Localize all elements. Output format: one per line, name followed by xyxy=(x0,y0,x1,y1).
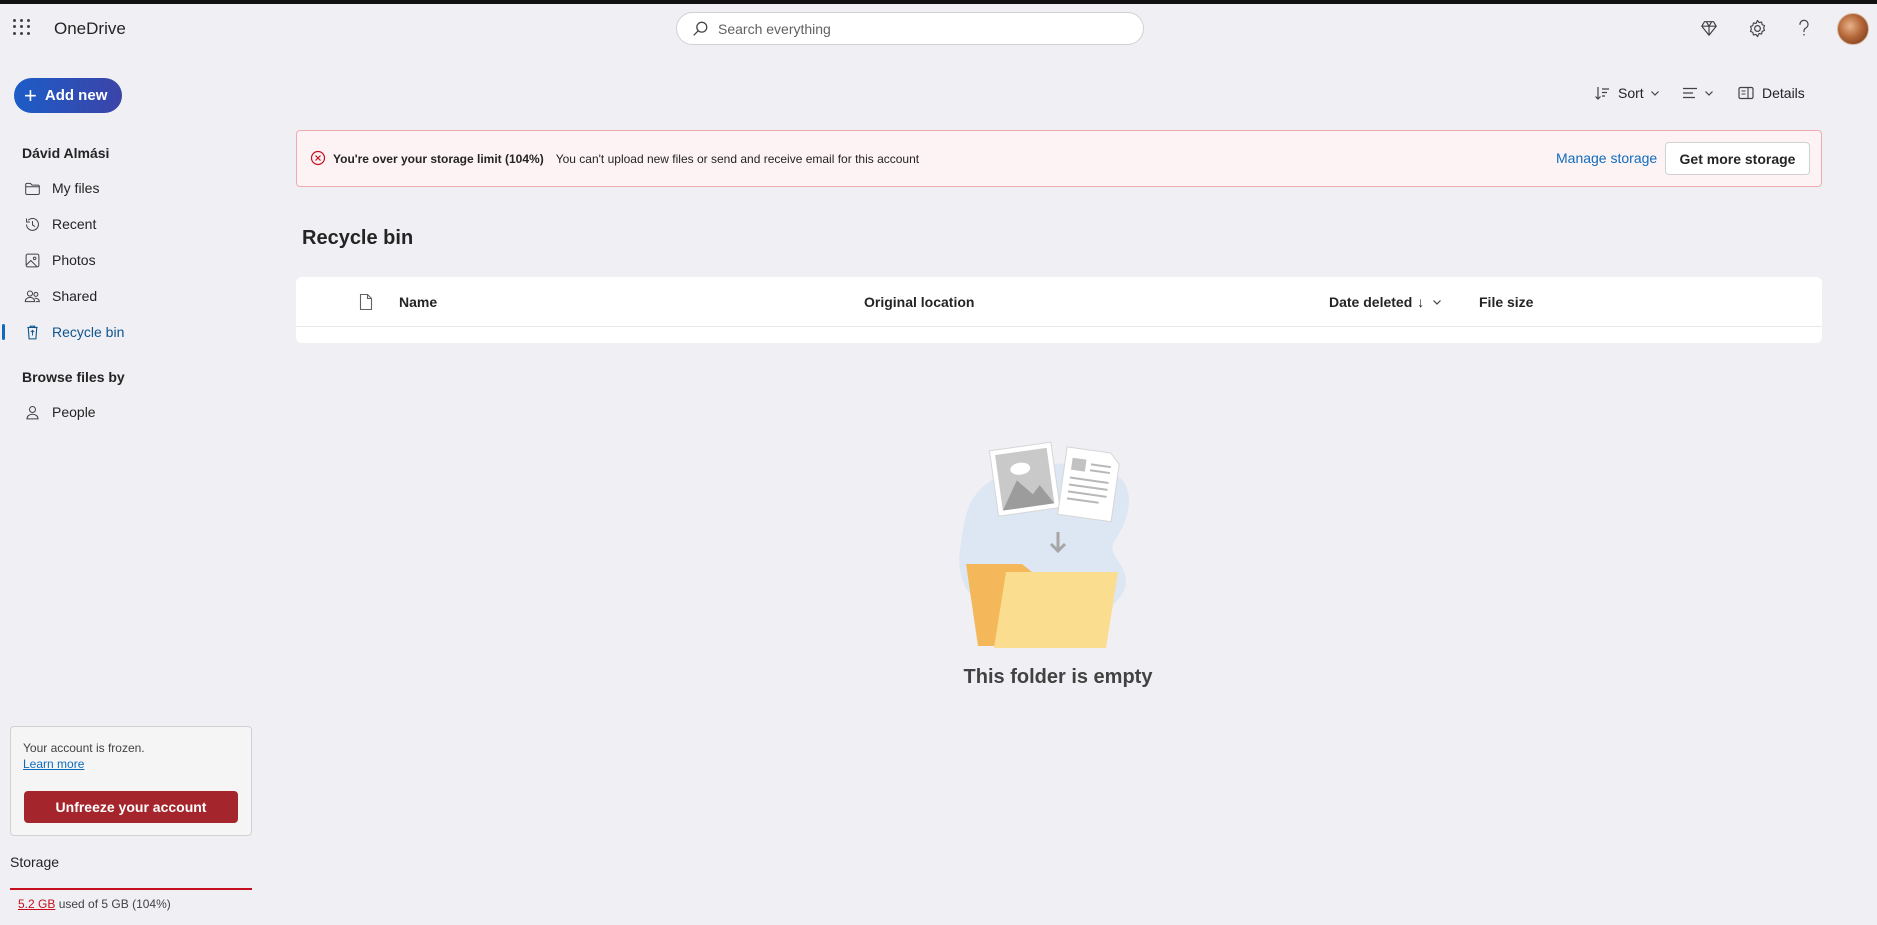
add-new-label: Add new xyxy=(44,87,108,104)
list-view-icon xyxy=(1683,87,1697,99)
sidebar-item-photos[interactable]: Photos xyxy=(0,245,240,275)
storage-used-link[interactable]: 5.2 GB xyxy=(18,897,55,911)
storage-limit-banner: You're over your storage limit (104%) You… xyxy=(296,130,1822,187)
person-icon xyxy=(26,405,39,419)
learn-more-link[interactable]: Learn more xyxy=(23,757,84,771)
frozen-account-card: Your account is frozen. Learn more Unfre… xyxy=(10,726,252,836)
sidebar-item-recycle-bin[interactable]: Recycle bin xyxy=(0,317,240,347)
column-header-file-size[interactable]: File size xyxy=(1479,294,1533,310)
add-new-button[interactable]: + Add new xyxy=(14,78,122,113)
storage-usage-bar xyxy=(10,888,252,890)
folder-icon xyxy=(25,182,40,195)
browse-section-heading: Browse files by xyxy=(22,369,125,385)
sort-label: Sort xyxy=(1618,85,1644,101)
sidebar-item-shared[interactable]: Shared xyxy=(0,281,240,311)
recycle-bin-icon xyxy=(27,325,38,339)
app-title[interactable]: OneDrive xyxy=(54,19,126,39)
storage-title: Storage xyxy=(10,854,60,870)
history-icon xyxy=(26,217,39,231)
app-launcher-icon[interactable] xyxy=(10,16,32,38)
search-box[interactable] xyxy=(676,12,1144,45)
people-icon xyxy=(24,289,40,302)
search-input[interactable] xyxy=(718,20,1118,37)
search-icon xyxy=(693,21,708,36)
get-more-storage-button[interactable]: Get more storage xyxy=(1665,142,1810,175)
empty-folder-message: This folder is empty xyxy=(963,666,1153,688)
empty-folder-illustration xyxy=(959,441,1129,648)
sidebar-item-label: People xyxy=(52,404,96,420)
details-label: Details xyxy=(1762,85,1805,101)
sidebar-item-recent[interactable]: Recent xyxy=(0,209,240,239)
table-header: Name Original location Date deleted ↓ Fi… xyxy=(296,277,1822,327)
banner-message: You're over your storage limit (104%) You… xyxy=(333,152,919,166)
sidebar-item-label: Shared xyxy=(52,288,98,304)
user-avatar[interactable] xyxy=(1837,13,1869,45)
view-options-button[interactable] xyxy=(1682,82,1714,104)
help-icon[interactable] xyxy=(1793,17,1815,39)
column-header-name[interactable]: Name xyxy=(399,294,437,310)
date-deleted-label: Date deleted xyxy=(1329,294,1413,310)
storage-usage-text: 5.2 GB used of 5 GB (104%) xyxy=(18,897,171,911)
error-circle-icon xyxy=(310,150,326,166)
chevron-down-icon xyxy=(1705,91,1713,96)
sidebar-item-my-files[interactable]: My files xyxy=(0,173,240,203)
details-button[interactable]: Details xyxy=(1738,82,1805,104)
sidebar-item-label: Photos xyxy=(52,252,96,268)
sidebar-item-label: Recent xyxy=(52,216,97,232)
settings-gear-icon[interactable] xyxy=(1746,17,1768,39)
chevron-down-icon xyxy=(1433,300,1442,305)
sort-button[interactable]: Sort xyxy=(1594,82,1660,104)
app-header: OneDrive xyxy=(0,4,1877,54)
page-title: Recycle bin xyxy=(302,227,414,249)
nav-user-name: Dávid Almási xyxy=(22,145,110,161)
chevron-down-icon xyxy=(1650,91,1659,96)
banner-title: You're over your storage limit (104%) xyxy=(333,152,544,166)
sidebar-item-label: My files xyxy=(52,180,100,196)
column-header-original-location[interactable]: Original location xyxy=(864,294,974,310)
banner-text: You can't upload new files or send and r… xyxy=(555,152,920,166)
file-table: Name Original location Date deleted ↓ Fi… xyxy=(296,277,1822,343)
premium-diamond-icon[interactable] xyxy=(1698,17,1720,39)
unfreeze-account-button[interactable]: Unfreeze your account xyxy=(24,791,238,823)
sort-descending-icon: ↓ xyxy=(1417,294,1425,310)
column-header-date-deleted[interactable]: Date deleted ↓ xyxy=(1329,294,1442,310)
file-type-icon[interactable] xyxy=(359,293,373,311)
storage-total-text: used of 5 GB (104%) xyxy=(55,897,171,911)
sidebar-item-people[interactable]: People xyxy=(0,397,240,427)
details-pane-icon xyxy=(1738,86,1754,100)
frozen-account-text: Your account is frozen. xyxy=(23,741,145,755)
photo-icon xyxy=(25,253,40,267)
manage-storage-link[interactable]: Manage storage xyxy=(1556,150,1657,166)
sort-icon xyxy=(1595,87,1609,100)
plus-icon: + xyxy=(24,82,37,108)
sidebar-item-label: Recycle bin xyxy=(52,324,125,340)
